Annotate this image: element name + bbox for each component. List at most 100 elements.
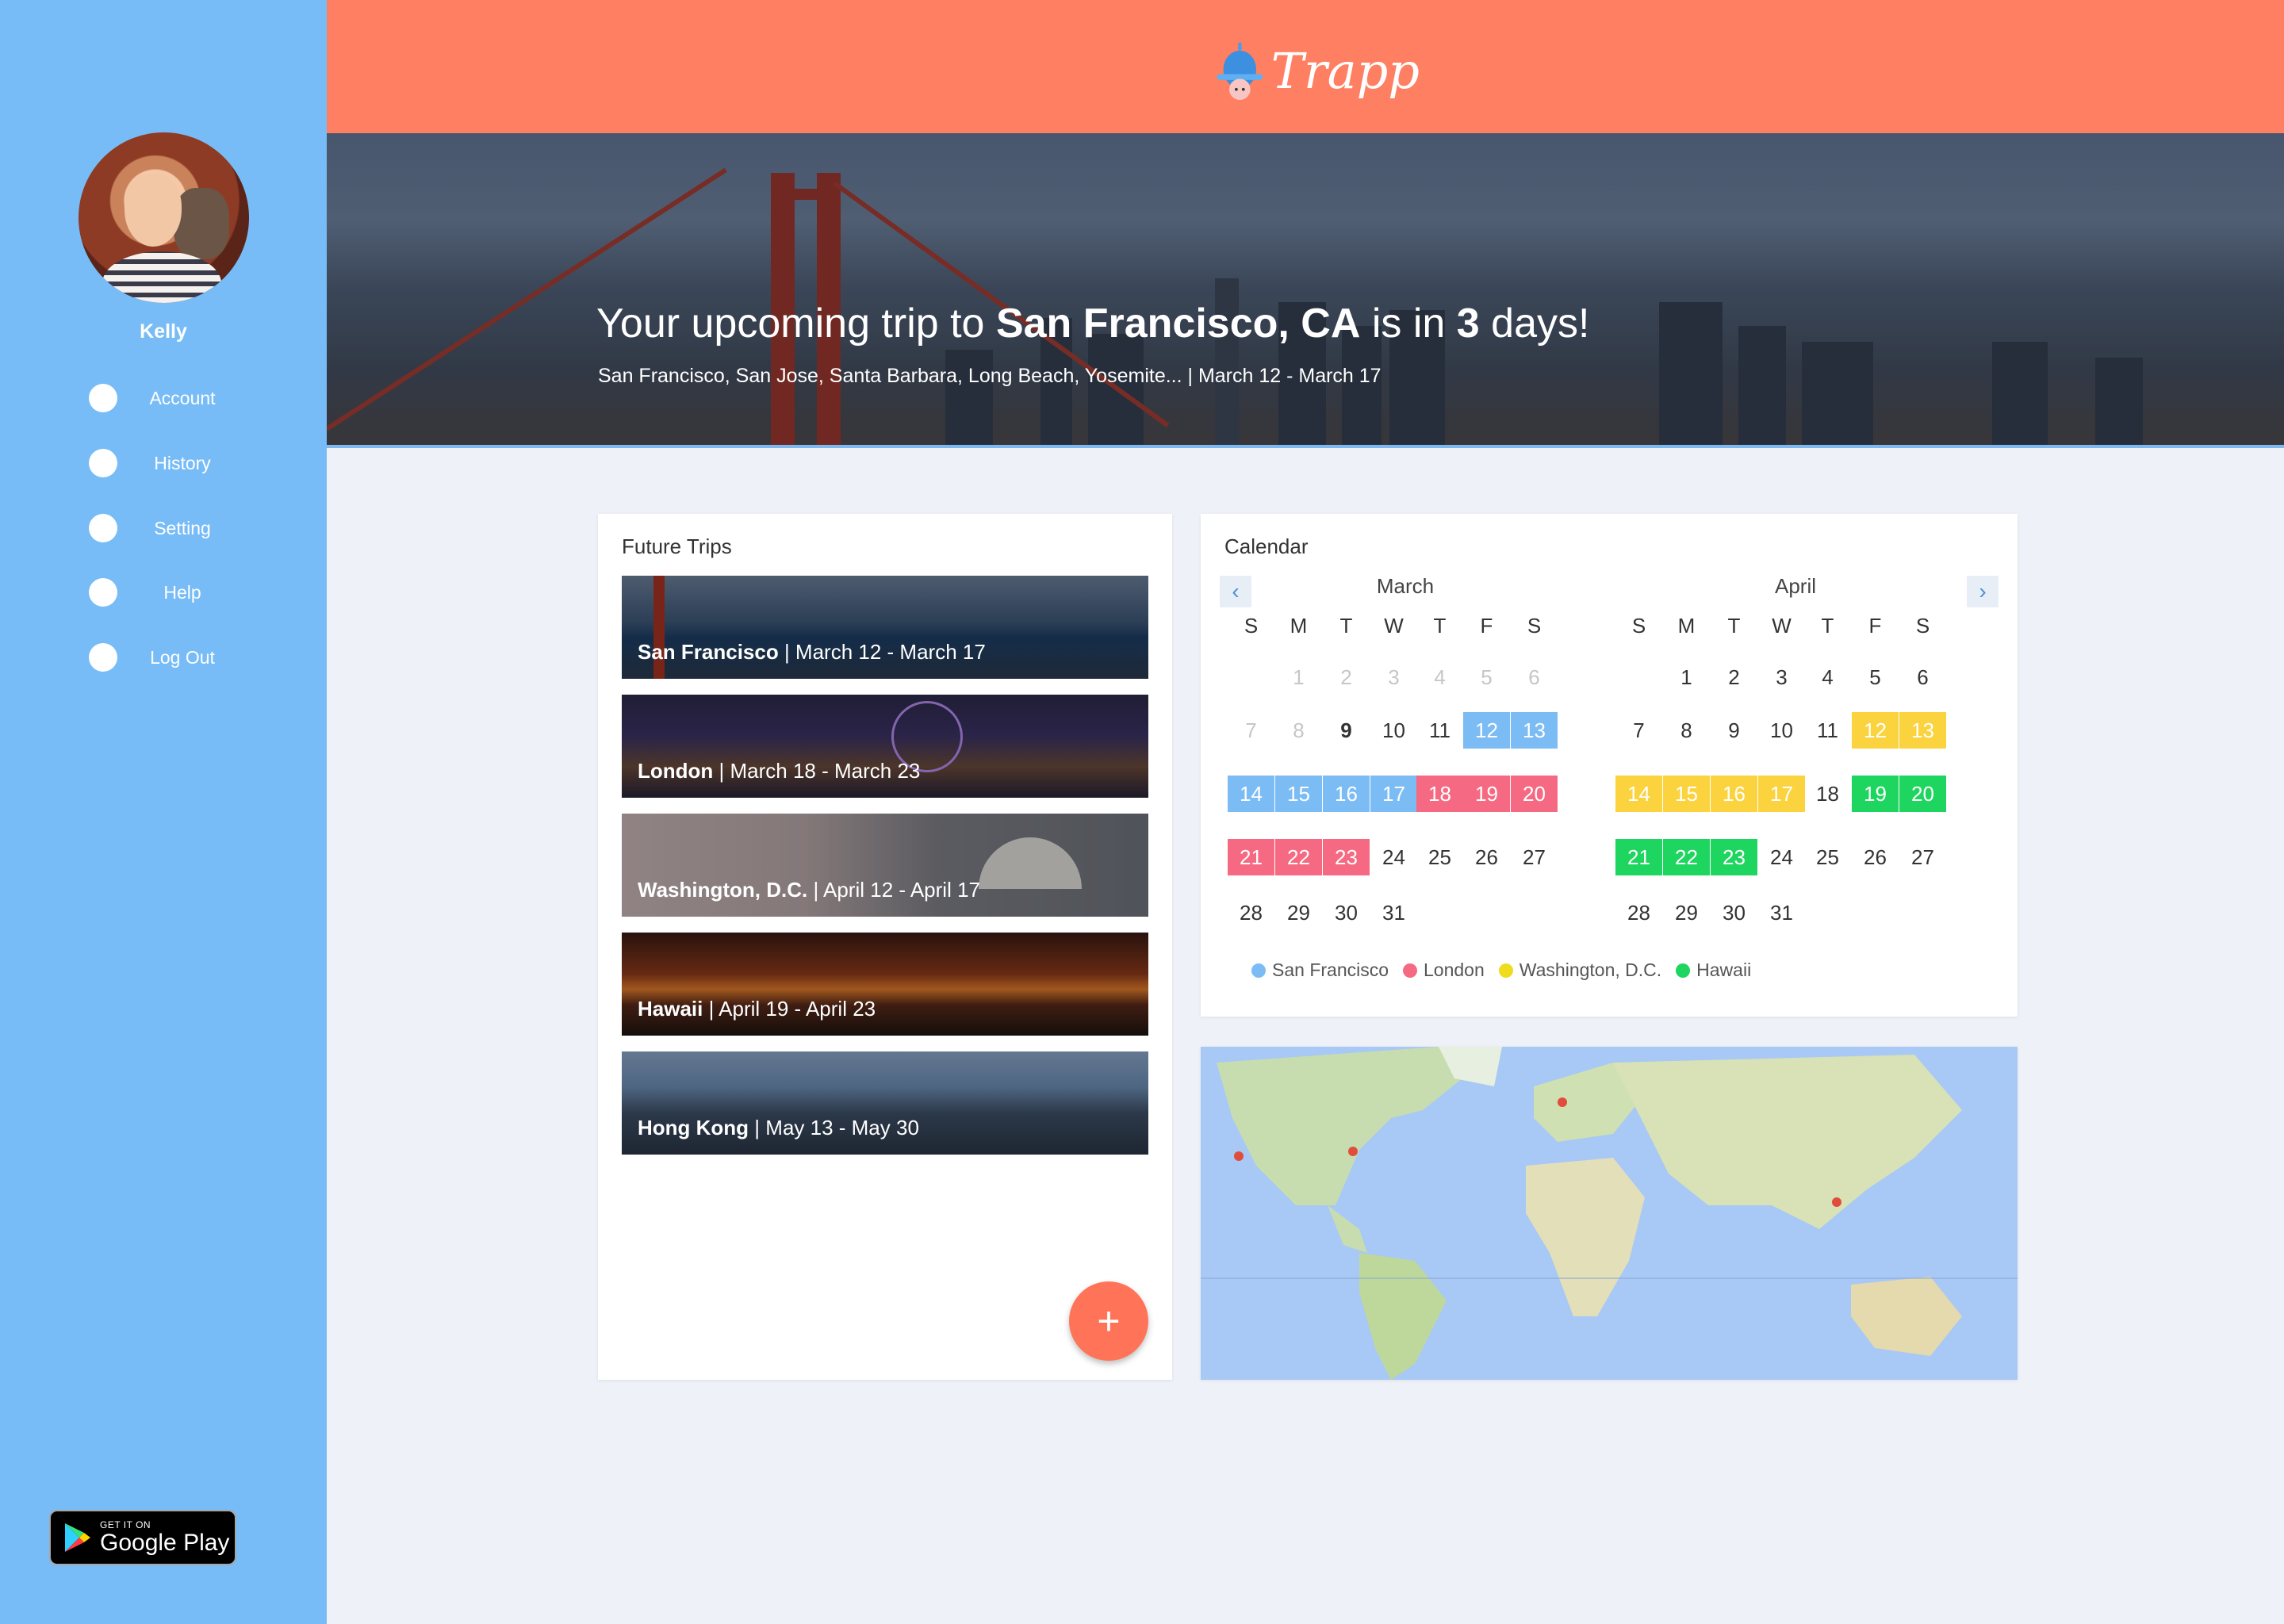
trip-card-washington[interactable]: Washington, D.C. | April 12 - April 17 xyxy=(622,814,1148,917)
google-play-badge[interactable]: GET IT ON Google Play xyxy=(49,1510,236,1565)
calendar-day[interactable]: 3 xyxy=(1370,659,1417,695)
sidebar-item-history[interactable]: History xyxy=(89,443,279,483)
weekday-header: F xyxy=(1868,613,1882,638)
calendar-day[interactable]: 27 xyxy=(1511,839,1558,875)
sidebar-item-help[interactable]: Help xyxy=(89,573,279,612)
calendar-day[interactable]: 5 xyxy=(1852,659,1899,695)
calendar-day[interactable]: 5 xyxy=(1463,659,1510,695)
calendar-day[interactable]: 30 xyxy=(1323,894,1370,931)
calendar-day[interactable]: 18 xyxy=(1416,776,1463,812)
calendar-day[interactable]: 4 xyxy=(1804,659,1851,695)
calendar-day[interactable]: 31 xyxy=(1758,894,1805,931)
calendar-day[interactable]: 19 xyxy=(1463,776,1510,812)
calendar-day[interactable]: 9 xyxy=(1711,712,1757,749)
hero-shade xyxy=(327,133,2284,445)
calendar-day[interactable]: 24 xyxy=(1370,839,1417,875)
calendar-day[interactable]: 8 xyxy=(1663,712,1710,749)
avatar-face xyxy=(125,174,182,247)
calendar-day[interactable]: 2 xyxy=(1323,659,1370,695)
sidebar-item-label: Log Out xyxy=(150,646,215,668)
user-name: Kelly xyxy=(140,320,187,343)
calendar-day[interactable]: 20 xyxy=(1899,776,1946,812)
calendar-day[interactable]: 1 xyxy=(1663,659,1710,695)
calendar-day[interactable]: 14 xyxy=(1615,776,1662,812)
trip-card-hong-kong[interactable]: Hong Kong | May 13 - May 30 xyxy=(622,1051,1148,1155)
calendar-day[interactable]: 23 xyxy=(1323,839,1370,875)
next-month-button[interactable]: › xyxy=(1967,576,1998,607)
setting-icon xyxy=(89,514,117,542)
calendar-day[interactable]: 6 xyxy=(1511,659,1558,695)
calendar-day[interactable]: 26 xyxy=(1463,839,1510,875)
calendar-day[interactable]: 27 xyxy=(1899,839,1946,875)
calendar-day[interactable]: 12 xyxy=(1463,712,1510,749)
calendar-day[interactable]: 11 xyxy=(1416,712,1463,749)
calendar-day[interactable]: 13 xyxy=(1511,712,1558,749)
calendar-day[interactable]: 10 xyxy=(1758,712,1805,749)
weekday-header: M xyxy=(1677,613,1696,638)
sidebar-item-setting[interactable]: Setting xyxy=(89,508,279,548)
calendar-day[interactable]: 30 xyxy=(1711,894,1757,931)
legend-swatch-icon xyxy=(1251,963,1266,978)
calendar-day[interactable]: 23 xyxy=(1711,839,1757,875)
store-badge-small: GET IT ON xyxy=(100,1519,151,1530)
calendar-day[interactable]: 29 xyxy=(1275,894,1322,931)
calendar-day[interactable]: 20 xyxy=(1511,776,1558,812)
calendar-day[interactable]: 25 xyxy=(1416,839,1463,875)
weekday-header: S xyxy=(1915,613,1930,638)
trip-label: Washington, D.C. | April 12 - April 17 xyxy=(638,878,980,902)
calendar-day[interactable]: 28 xyxy=(1615,894,1662,931)
calendar-day[interactable]: 6 xyxy=(1899,659,1946,695)
calendar-day[interactable]: 8 xyxy=(1275,712,1322,749)
calendar-day[interactable]: 16 xyxy=(1323,776,1370,812)
calendar-day[interactable]: 12 xyxy=(1852,712,1899,749)
calendar-day[interactable]: 22 xyxy=(1275,839,1322,875)
calendar-day[interactable]: 29 xyxy=(1663,894,1710,931)
bell-hat-logo-icon xyxy=(1217,42,1263,101)
weekday-header: F xyxy=(1480,613,1493,638)
calendar-day[interactable]: 9 xyxy=(1323,712,1370,749)
calendar-day[interactable]: 22 xyxy=(1663,839,1710,875)
calendar-day[interactable]: 13 xyxy=(1899,712,1946,749)
avatar[interactable] xyxy=(79,132,249,303)
sidebar-item-log-out[interactable]: Log Out xyxy=(89,638,279,677)
weekday-header: T xyxy=(1339,613,1353,638)
trip-card-hawaii[interactable]: Hawaii | April 19 - April 23 xyxy=(622,933,1148,1036)
trip-card-london[interactable]: London | March 18 - March 23 xyxy=(622,695,1148,798)
account-icon xyxy=(89,384,117,412)
sidebar-item-label: Account xyxy=(149,387,216,408)
calendar-day[interactable]: 21 xyxy=(1615,839,1662,875)
top-header: Trapp xyxy=(327,0,2284,133)
calendar-day[interactable]: 25 xyxy=(1804,839,1851,875)
calendar-day[interactable]: 1 xyxy=(1275,659,1322,695)
calendar-day[interactable]: 16 xyxy=(1711,776,1757,812)
legend-swatch-icon xyxy=(1403,963,1418,978)
calendar-legend: San Francisco London Washington, D.C. Hawai… xyxy=(1251,959,1751,981)
calendar-day[interactable]: 4 xyxy=(1416,659,1463,695)
prev-month-button[interactable]: ‹ xyxy=(1220,576,1251,607)
calendar-day[interactable]: 14 xyxy=(1228,776,1274,812)
calendar-day[interactable]: 2 xyxy=(1711,659,1757,695)
calendar-day[interactable]: 15 xyxy=(1663,776,1710,812)
calendar-day[interactable]: 7 xyxy=(1615,712,1662,749)
sidebar-item-account[interactable]: Account xyxy=(89,378,279,418)
add-trip-button[interactable]: + xyxy=(1069,1281,1148,1361)
calendar-day[interactable]: 11 xyxy=(1804,712,1851,749)
calendar-day[interactable]: 24 xyxy=(1758,839,1805,875)
app-name: Trapp xyxy=(1270,41,1420,100)
sidebar-item-label: Help xyxy=(163,581,201,603)
calendar-day[interactable]: 21 xyxy=(1228,839,1274,875)
calendar-day[interactable]: 26 xyxy=(1852,839,1899,875)
calendar-day[interactable]: 10 xyxy=(1370,712,1417,749)
calendar-day[interactable]: 15 xyxy=(1275,776,1322,812)
calendar-day[interactable]: 3 xyxy=(1758,659,1805,695)
calendar-day[interactable]: 31 xyxy=(1370,894,1417,931)
world-map[interactable] xyxy=(1201,1047,2018,1380)
calendar-day[interactable]: 18 xyxy=(1804,776,1851,812)
calendar-day[interactable]: 7 xyxy=(1228,712,1274,749)
calendar-day[interactable]: 17 xyxy=(1370,776,1417,812)
calendar-day[interactable]: 28 xyxy=(1228,894,1274,931)
app-logo[interactable]: Trapp xyxy=(1213,27,1420,114)
calendar-day[interactable]: 19 xyxy=(1852,776,1899,812)
calendar-day[interactable]: 17 xyxy=(1758,776,1805,812)
trip-card-san-francisco[interactable]: San Francisco | March 12 - March 17 xyxy=(622,576,1148,679)
